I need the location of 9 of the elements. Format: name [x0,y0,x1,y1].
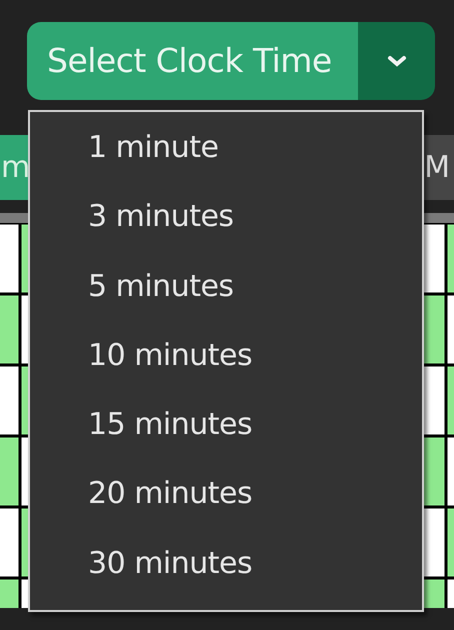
dropdown-option[interactable]: 30 minutes [30,540,422,610]
dropdown-toggle[interactable] [358,22,435,100]
dropdown-option[interactable]: 5 minutes [30,264,422,333]
dropdown-option[interactable]: 3 minutes [30,194,422,264]
dropdown-option[interactable]: 20 minutes [30,471,422,541]
dropdown-option[interactable]: 15 minutes [30,402,422,472]
dropdown-option[interactable]: 10 minutes [30,332,422,402]
chevron-icon [386,54,406,68]
dropdown-option[interactable]: 1 minute [30,125,422,194]
